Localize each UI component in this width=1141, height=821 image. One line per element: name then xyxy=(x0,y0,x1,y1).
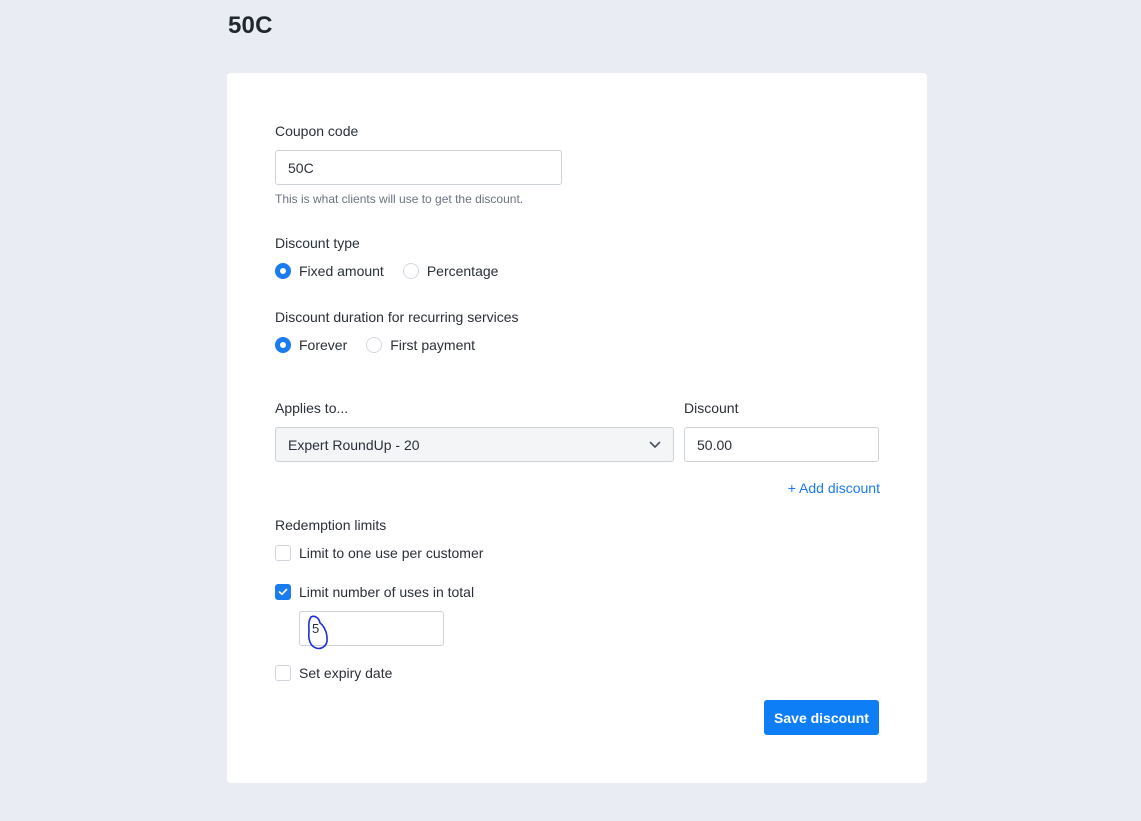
hand-drawn-circle-annotation xyxy=(307,615,328,650)
discount-type-group: Fixed amount Percentage xyxy=(275,263,498,279)
radio-percentage[interactable] xyxy=(402,263,419,279)
radio-forever[interactable] xyxy=(275,337,291,353)
limit-one-per-customer-checkbox[interactable] xyxy=(275,545,291,561)
duration-group: Forever First payment xyxy=(275,337,475,353)
coupon-code-input[interactable]: 50C xyxy=(275,150,562,185)
discount-label: Discount xyxy=(684,400,739,416)
coupon-code-value: 50C xyxy=(288,159,314,176)
discount-amount-input[interactable]: 50.00 xyxy=(684,427,879,462)
limit-total-uses-checkbox[interactable] xyxy=(275,584,291,600)
coupon-code-label: Coupon code xyxy=(275,123,359,139)
set-expiry-checkbox[interactable] xyxy=(275,665,291,681)
redemption-limits-label: Redemption limits xyxy=(275,517,387,533)
duration-label: Discount duration for recurring services xyxy=(275,309,519,325)
chevron-down-icon xyxy=(649,441,661,449)
limit-total-uses-label[interactable]: Limit number of uses in total xyxy=(299,584,474,600)
radio-fixed-amount-label[interactable]: Fixed amount xyxy=(299,263,384,279)
radio-percentage-label[interactable]: Percentage xyxy=(427,263,499,279)
radio-forever-label[interactable]: Forever xyxy=(299,337,347,353)
page-title: 50C xyxy=(228,12,273,39)
radio-first-payment-label[interactable]: First payment xyxy=(390,337,475,353)
save-discount-button[interactable]: Save discount xyxy=(764,700,879,735)
discount-amount-value: 50.00 xyxy=(697,436,733,453)
limit-total-uses-row: Limit number of uses in total xyxy=(275,584,474,600)
limit-one-per-customer-label[interactable]: Limit to one use per customer xyxy=(299,545,483,561)
coupon-code-help: This is what clients will use to get the… xyxy=(275,192,524,206)
set-expiry-label[interactable]: Set expiry date xyxy=(299,665,392,681)
checkmark-icon xyxy=(278,588,288,596)
applies-to-label: Applies to... xyxy=(275,400,349,416)
limit-one-per-customer-row: Limit to one use per customer xyxy=(275,545,483,561)
discount-type-label: Discount type xyxy=(275,235,360,251)
add-discount-link[interactable]: + Add discount xyxy=(788,480,880,496)
set-expiry-row: Set expiry date xyxy=(275,665,392,681)
applies-to-selected: Expert RoundUp - 20 xyxy=(288,436,420,453)
discount-form-card: Coupon code 50C This is what clients wil… xyxy=(227,73,927,783)
applies-to-select[interactable]: Expert RoundUp - 20 xyxy=(275,427,674,462)
radio-first-payment[interactable] xyxy=(366,337,383,353)
radio-fixed-amount[interactable] xyxy=(275,263,291,279)
